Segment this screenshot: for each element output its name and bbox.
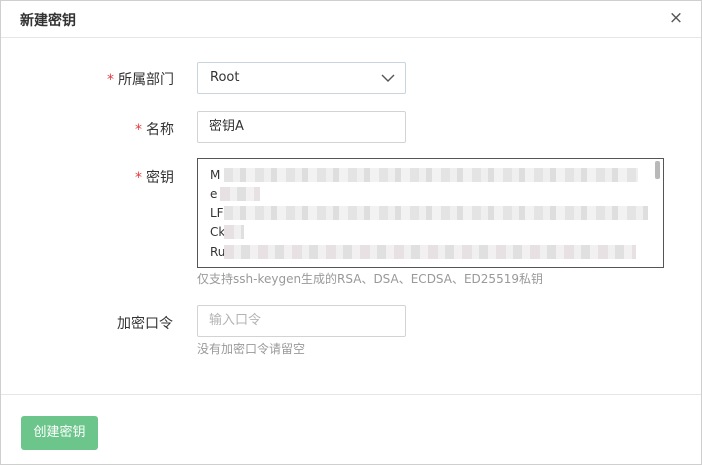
blurred-key-text xyxy=(224,168,638,182)
required-mark: * xyxy=(135,122,142,138)
name-label: * 名称 xyxy=(135,122,174,138)
key-line: Ru xyxy=(210,243,650,261)
dialog-header: 新建密钥 × xyxy=(1,1,701,38)
required-mark: * xyxy=(135,170,142,186)
department-select[interactable]: Root xyxy=(197,62,406,94)
department-value: Root xyxy=(210,70,240,85)
department-label: * 所属部门 xyxy=(107,72,174,88)
chevron-down-icon xyxy=(381,74,395,82)
required-mark: * xyxy=(107,72,114,88)
footer-divider xyxy=(1,394,701,395)
key-line: Ck xyxy=(210,223,650,241)
key-hint: 仅支持ssh-keygen生成的RSA、DSA、ECDSA、ED25519私钥 xyxy=(197,272,543,286)
textarea-scrollbar[interactable] xyxy=(655,161,660,179)
create-key-button[interactable]: 创建密钥 xyxy=(21,416,98,450)
blurred-key-text xyxy=(224,245,636,259)
create-key-dialog: 新建密钥 × * 所属部门 Root * 名称 密钥A * 密钥 M e LF Ck xyxy=(0,0,702,465)
key-line: LF xyxy=(210,204,650,222)
passphrase-input[interactable]: 输入口令 xyxy=(197,305,406,337)
blurred-key-text xyxy=(224,206,648,220)
key-label: * 密钥 xyxy=(135,170,174,186)
key-line: M xyxy=(210,166,650,184)
key-textarea[interactable]: M e LF Ck Ru xyxy=(197,158,664,268)
dialog-title: 新建密钥 xyxy=(20,13,76,29)
passphrase-label: 加密口令 xyxy=(117,316,173,332)
blurred-key-text xyxy=(220,187,260,201)
passphrase-hint: 没有加密口令请留空 xyxy=(197,342,306,356)
key-line: e xyxy=(210,185,650,203)
name-input[interactable]: 密钥A xyxy=(197,111,406,143)
blurred-key-text xyxy=(224,225,244,239)
close-icon[interactable]: × xyxy=(667,9,685,27)
